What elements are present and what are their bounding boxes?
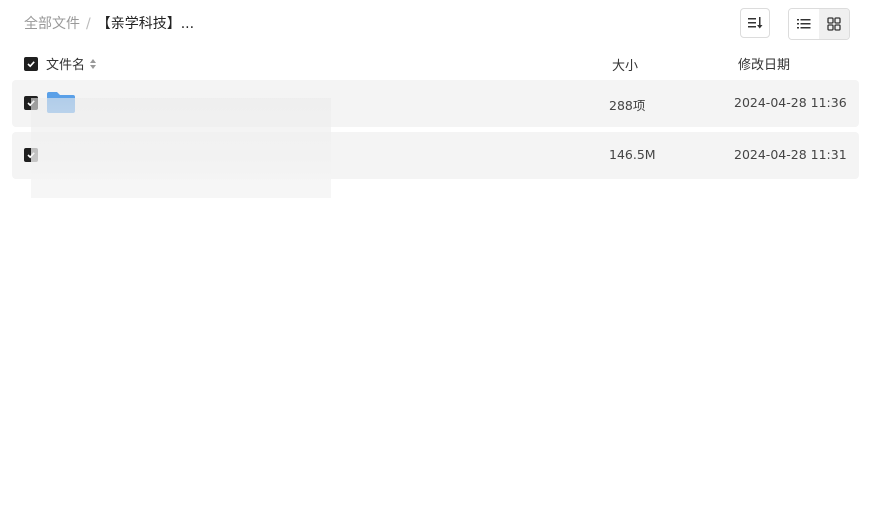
breadcrumb-current: 【亲学科技】...: [96, 16, 195, 32]
select-all-checkbox[interactable]: [24, 57, 38, 71]
sort-list-icon: [748, 17, 763, 29]
breadcrumb-root-link[interactable]: 全部文件: [24, 14, 80, 34]
grid-view-button[interactable]: [819, 9, 849, 39]
sort-updown-icon: [90, 58, 97, 69]
row-size: 146.5M: [609, 147, 656, 162]
row-size: 288项: [609, 98, 646, 113]
row-date: 2024-04-28 11:31: [734, 147, 847, 162]
breadcrumb: 全部文件 / 【亲学科技】...: [24, 14, 194, 34]
breadcrumb-separator: /: [86, 16, 91, 32]
date-column-header[interactable]: 修改日期: [738, 54, 790, 73]
row-date: 2024-04-28 11:36: [734, 95, 847, 110]
name-header-label: 文件名: [46, 58, 86, 73]
size-column-header[interactable]: 大小: [612, 55, 638, 74]
name-column-header[interactable]: 文件名: [46, 54, 97, 73]
table-header: 文件名 大小 修改日期: [24, 54, 860, 74]
view-toggle: [788, 8, 850, 40]
check-icon: [27, 61, 35, 68]
sort-button[interactable]: [740, 8, 770, 38]
list-view-button[interactable]: [789, 9, 819, 39]
list-view-icon: [797, 19, 811, 29]
redaction-overlay: [31, 98, 331, 198]
grid-view-icon: [827, 17, 841, 31]
file-browser-page: 全部文件 / 【亲学科技】... 文件名 大小 修改日期 288项 2024-0…: [0, 0, 874, 514]
